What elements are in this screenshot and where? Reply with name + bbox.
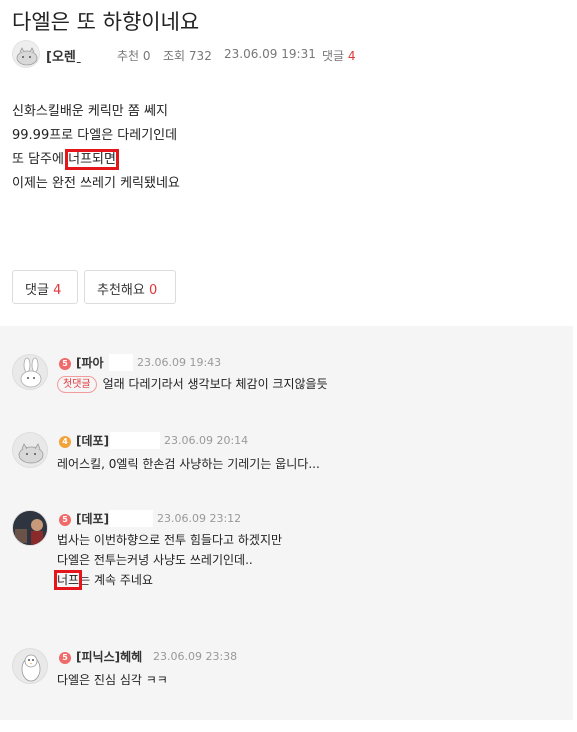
recommend-stat: 추천 0 [117,47,151,64]
commenter-avatar[interactable] [12,648,48,684]
redaction-mask [110,432,160,449]
views-stat: 조회 732 [163,47,212,64]
commenter-avatar[interactable] [12,510,48,546]
commenter-avatar[interactable] [12,432,48,468]
content-line: 신화스킬배운 케릭만 쫌 쎄지 [12,104,168,119]
comment-body: 다엘은 진심 심각 ㅋㅋ [57,670,168,690]
comment-date: 23.06.09 19:43 [137,356,222,369]
rabbit-avatar-icon [20,357,42,388]
views-label: 조회 [163,49,186,63]
level-badge: 5 [59,652,71,664]
recommend-button[interactable]: 추천해요 0 [84,270,176,304]
commenter-nick[interactable]: [파아 [76,354,104,371]
commenter-nick[interactable]: [피닉스]헤헤 [76,648,142,665]
redaction-mask [109,354,133,371]
commenter-avatar[interactable] [12,354,48,390]
comment-body: 첫댓글 얼래 다레기라서 생각보다 체감이 크지않을듯 [57,374,328,394]
post-meta: [오렌] 추천 0 조회 732 23.06.09 19:31 댓글 4 [12,40,572,70]
comment-date: 23.06.09 23:38 [153,650,238,663]
commenter-nick[interactable]: [데포] [76,510,109,527]
recommend-count: 0 [142,49,151,63]
views-count: 732 [188,49,212,63]
cat-avatar-icon [16,47,38,66]
content-line: 이제는 완전 쓰레기 케릭됐네요 [12,176,180,191]
highlighted-text: 너프되면 [65,149,119,170]
post-datetime: 23.06.09 19:31 [224,47,316,61]
comment-text-rest: 는 계속 주네요 [79,573,153,587]
level-badge: 5 [59,358,71,370]
content-text: 또 담주에 [12,152,69,167]
commenter-nick[interactable]: [데포] [76,432,109,449]
redaction-mask [109,510,153,527]
highlighted-text: 너프 [53,570,83,590]
comments-button-count: 4 [53,283,62,298]
cat-avatar-icon [18,443,44,464]
comments-button-label: 댓글 [25,283,49,298]
comments-count: 4 [347,49,356,63]
comments-button[interactable]: 댓글 4 [12,270,78,304]
comments-label: 댓글 [322,49,345,63]
post-title: 다엘은 또 하향이네요 [12,10,200,34]
comment-date: 23.06.09 23:12 [157,512,242,525]
recommend-label: 추천 [117,49,140,63]
content-line: 99.99프로 다엘은 다레기인데 [12,128,178,143]
comment-list: 5 [파아 23.06.09 19:43 첫댓글 얼래 다레기라서 생각보다 체감… [0,326,573,720]
comment-date: 23.06.09 20:14 [164,434,249,447]
comment-text: 레어스킬, 0엘릭 한손검 사냥하는 기레기는 웁니다... [57,457,320,471]
level-badge: 5 [59,514,71,526]
post-content: 신화스킬배운 케릭만 쫌 쎄지 99.99프로 다엘은 다레기인데 또 담주에 … [12,100,180,196]
comment-body: 법사는 이번하향으로 전투 힘들다고 하겠지만 다엘은 전투는커녕 사냥도 쓰레… [53,530,283,590]
recommend-button-label: 추천해요 [97,283,145,298]
content-line: 또 담주에 너프되면 [12,148,180,172]
comment-text: 다엘은 전투는커녕 사냥도 쓰레기인데.. [57,553,253,567]
comment-text: 너프는 계속 주네요 [53,570,282,590]
comment-item: 5 [파아 23.06.09 19:43 첫댓글 얼래 다레기라서 생각보다 체감… [12,354,562,404]
comment-item: 5 [데포] 23.06.09 23:12 법사는 이번하향으로 전투 힘들다고… [12,510,562,600]
first-comment-badge: 첫댓글 [57,376,97,393]
redaction-mask [75,46,82,62]
comment-item: 4 [데포] 23.06.09 20:14 레어스킬, 0엘릭 한손검 사냥하는… [12,432,562,482]
recommend-button-count: 0 [148,283,158,298]
character-avatar-icon [13,511,47,545]
comment-text: 얼래 다레기라서 생각보다 체감이 크지않을듯 [102,377,328,391]
penguin-avatar-icon [21,654,41,682]
level-badge: 4 [59,436,71,448]
author-avatar[interactable] [12,40,40,68]
comments-stat[interactable]: 댓글 4 [322,47,356,64]
comment-text: 법사는 이번하향으로 전투 힘들다고 하겠지만 [57,533,283,547]
comment-item: 5 [피닉스]헤헤 23.06.09 23:38 다엘은 진심 심각 ㅋㅋ [12,648,562,698]
comment-body: 레어스킬, 0엘릭 한손검 사냥하는 기레기는 웁니다... [57,454,320,474]
comment-text: 다엘은 진심 심각 ㅋㅋ [57,673,168,687]
